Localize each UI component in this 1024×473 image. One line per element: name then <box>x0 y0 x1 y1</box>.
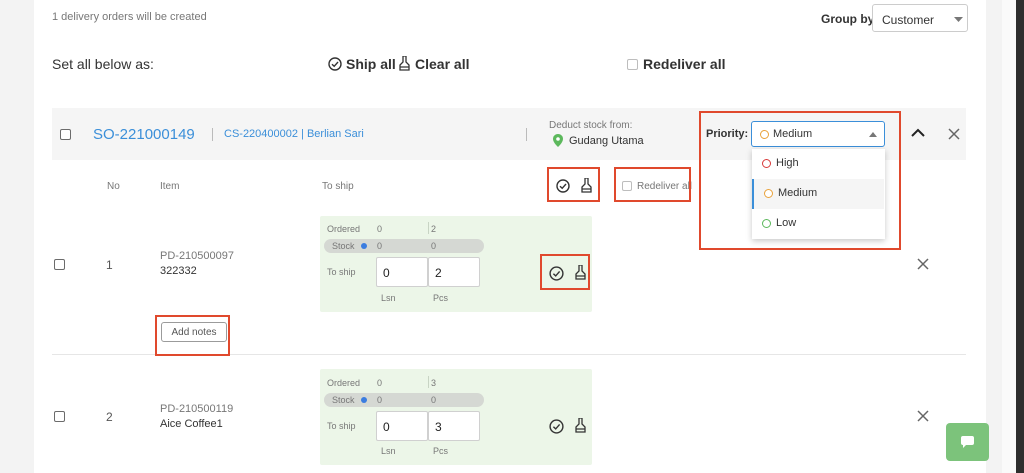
redeliver-all-label: Redeliver all <box>643 56 726 72</box>
check-circle-icon <box>328 57 342 71</box>
highlight-item-actions <box>540 254 590 290</box>
ship-all-label: Ship all <box>346 56 396 72</box>
stock-bar: Stock 0 0 <box>324 393 484 407</box>
item-name: 322332 <box>160 265 197 277</box>
stock-lsn: 0 <box>377 241 383 251</box>
collapse-icon[interactable] <box>911 128 925 137</box>
highlight-priority <box>699 111 901 250</box>
close-icon[interactable] <box>948 128 960 140</box>
ordered-lsn: 0 <box>377 224 383 234</box>
item-checkbox[interactable] <box>54 411 65 422</box>
clear-all-label: Clear all <box>415 56 470 72</box>
group-by-label: Group by: <box>821 12 879 26</box>
order-checkbox[interactable] <box>60 129 71 140</box>
scrollbar[interactable] <box>1016 0 1024 473</box>
stock-bar: Stock 0 0 <box>324 239 484 253</box>
unit-pcs-label: Pcs <box>433 293 449 303</box>
stock-pcs: 0 <box>431 395 437 405</box>
warehouse-name: Gudang Utama <box>569 135 644 147</box>
item-number: 2 <box>106 410 113 424</box>
col-header-no: No <box>107 181 120 192</box>
set-all-label: Set all below as: <box>52 56 154 72</box>
ordered-lsn: 0 <box>377 378 383 388</box>
chat-bubble-icon <box>961 436 974 448</box>
ordered-label: Ordered <box>327 224 361 234</box>
highlight-redeliver <box>614 167 691 202</box>
remove-item-icon[interactable] <box>917 258 929 270</box>
item-number: 1 <box>106 258 113 272</box>
check-circle-icon[interactable] <box>549 419 564 434</box>
chevron-down-icon <box>954 17 963 22</box>
chat-button[interactable] <box>946 423 989 461</box>
ship-qty-pcs[interactable]: 3 <box>428 411 480 441</box>
info-dot-icon <box>361 397 367 403</box>
stock-pcs: 0 <box>431 241 437 251</box>
stock-label: Stock <box>332 395 355 405</box>
ship-qty-lsn[interactable]: 0 <box>376 257 428 287</box>
item-code: PD-210500097 <box>160 250 235 262</box>
ordered-label: Ordered <box>327 378 361 388</box>
location-pin-icon <box>553 134 563 147</box>
ordered-pcs: 2 <box>431 224 437 234</box>
info-dot-icon <box>361 243 367 249</box>
divider <box>526 128 527 141</box>
ship-qty-pcs[interactable]: 2 <box>428 257 480 287</box>
redeliver-all-checkbox[interactable] <box>627 59 638 70</box>
so-number-link[interactable]: SO-221000149 <box>93 126 195 143</box>
group-by-select[interactable]: Customer <box>872 4 968 32</box>
to-ship-label: To ship <box>327 421 356 431</box>
remove-item-icon[interactable] <box>917 410 929 422</box>
col-header-item: Item <box>160 181 180 192</box>
col-header-to-ship: To ship <box>322 181 354 192</box>
ship-qty-lsn[interactable]: 0 <box>376 411 428 441</box>
broom-icon[interactable] <box>574 418 587 433</box>
highlight-row-actions <box>547 167 600 202</box>
unit-lsn-label: Lsn <box>381 446 396 456</box>
divider <box>428 376 429 388</box>
delivery-count-text: 1 delivery orders will be created <box>52 11 207 23</box>
item-code: PD-210500119 <box>160 403 234 415</box>
deduct-stock-label: Deduct stock from: <box>549 120 633 131</box>
broom-icon <box>399 56 410 71</box>
stock-lsn: 0 <box>377 395 383 405</box>
to-ship-label: To ship <box>327 267 356 277</box>
ship-card: Ordered 0 3 Stock 0 0 To ship 0 3 Lsn Pc… <box>320 369 592 465</box>
divider <box>428 222 429 234</box>
unit-lsn-label: Lsn <box>381 293 396 303</box>
highlight-add-notes <box>155 315 230 356</box>
divider <box>212 128 213 141</box>
group-by-value: Customer <box>882 13 935 27</box>
item-name: Aice Coffee1 <box>160 418 223 430</box>
unit-pcs-label: Pcs <box>433 446 449 456</box>
stock-label: Stock <box>332 241 355 251</box>
ordered-pcs: 3 <box>431 378 437 388</box>
item-checkbox[interactable] <box>54 259 65 270</box>
customer-link[interactable]: CS-220400002 | Berlian Sari <box>224 128 364 140</box>
